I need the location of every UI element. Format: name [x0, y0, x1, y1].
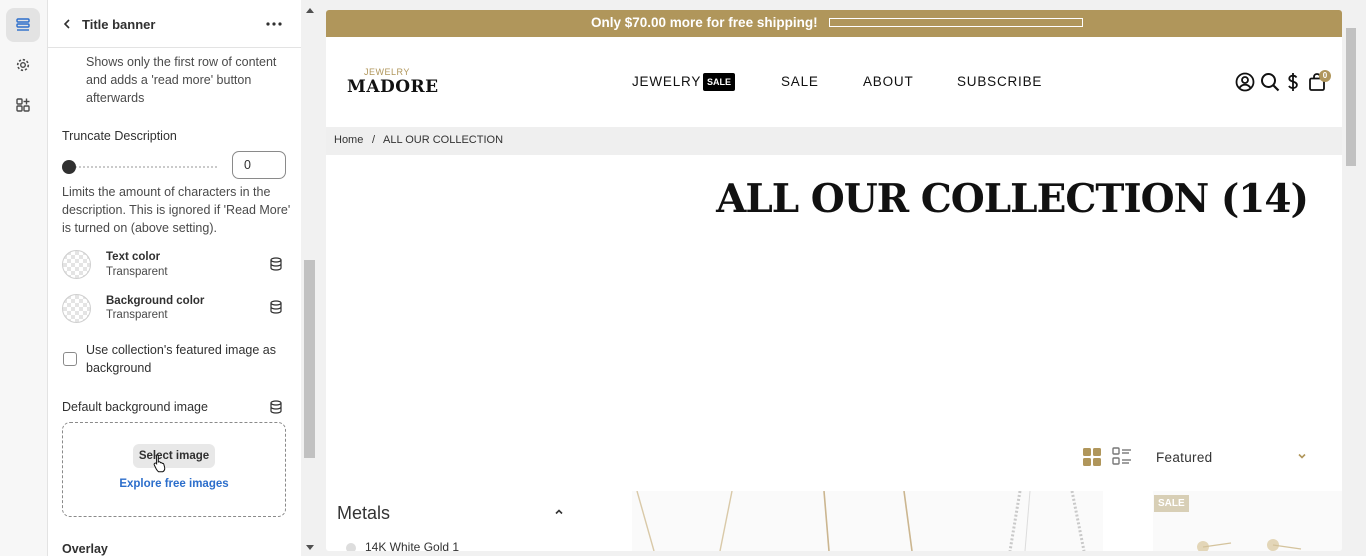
currency-icon[interactable] — [1282, 71, 1304, 93]
truncate-help-text: Limits the amount of characters in the d… — [62, 185, 291, 235]
panel-scrollbar[interactable] — [301, 0, 318, 556]
breadcrumb-home[interactable]: Home — [334, 134, 363, 146]
text-color-swatch[interactable] — [62, 250, 91, 279]
store-logo[interactable]: MADORE — [347, 77, 439, 97]
more-actions-button[interactable] — [265, 14, 283, 34]
grid-view-icon[interactable] — [1082, 447, 1102, 467]
back-button[interactable] — [60, 14, 74, 34]
scroll-down-arrow[interactable] — [306, 545, 314, 550]
panel-scroll-thumb[interactable] — [304, 260, 315, 458]
settings-button[interactable] — [6, 48, 40, 82]
hand-cursor-icon — [153, 454, 166, 473]
chevron-down-icon — [1298, 453, 1306, 459]
background-color-swatch[interactable] — [62, 294, 91, 323]
truncate-label: Truncate Description — [62, 129, 177, 143]
preview-scroll-thumb[interactable] — [1346, 28, 1356, 166]
preview-scrollbar[interactable] — [1343, 10, 1360, 551]
apps-button[interactable] — [6, 88, 40, 122]
background-color-label: Background color — [106, 295, 205, 307]
ellipsis-icon — [266, 22, 282, 26]
breadcrumb: Home / ALL OUR COLLECTION — [326, 127, 1342, 155]
sections-button[interactable] — [6, 8, 40, 42]
select-image-button[interactable]: Select image — [133, 444, 215, 468]
dynamic-source-icon[interactable] — [269, 300, 283, 314]
announcement-text: Only $70.00 more for free shipping! — [591, 15, 818, 30]
image-dropzone[interactable]: Select image Explore free images — [62, 422, 286, 517]
background-color-value: Transparent — [106, 309, 168, 321]
list-view-icon[interactable] — [1112, 447, 1132, 467]
filter-heading-metals[interactable]: Metals — [337, 503, 390, 524]
chevron-up-icon[interactable] — [553, 506, 565, 518]
read-more-help-text: Shows only the first row of content and … — [86, 55, 277, 105]
product-image[interactable] — [632, 491, 1103, 551]
nav-item-jewelry[interactable]: JEWELRY — [632, 74, 701, 89]
truncate-slider-thumb[interactable] — [62, 160, 76, 174]
text-color-label: Text color — [106, 251, 161, 263]
storefront-preview: Only $70.00 more for free shipping! JEWE… — [326, 10, 1342, 551]
free-shipping-progress-bar — [829, 18, 1083, 27]
apps-icon — [16, 98, 30, 112]
panel-title: Title banner — [82, 17, 156, 32]
product-sale-badge: SALE — [1154, 495, 1189, 512]
overlay-heading: Overlay — [62, 542, 108, 556]
panel-header: Title banner — [48, 4, 301, 48]
truncate-slider-track[interactable] — [62, 166, 218, 168]
featured-image-checkbox-label: Use collection's featured image as backg… — [86, 343, 276, 375]
editor-rail — [0, 0, 48, 556]
truncate-number-input[interactable]: 0 — [232, 151, 286, 179]
product-photo-necklaces — [636, 491, 1086, 551]
filter-option-label[interactable]: 14K White Gold 1 — [365, 540, 459, 551]
sections-icon — [16, 18, 30, 31]
collection-title: ALL OUR COLLECTION (14) — [716, 176, 1309, 222]
cart-count-badge: 0 — [1319, 70, 1331, 82]
scroll-up-arrow[interactable] — [306, 8, 314, 13]
search-icon[interactable] — [1259, 71, 1281, 93]
dynamic-source-icon[interactable] — [269, 257, 283, 271]
default-bg-label: Default background image — [62, 400, 208, 414]
chevron-left-icon — [63, 19, 70, 29]
nav-item-sale[interactable]: SALE — [781, 74, 819, 89]
nav-item-about[interactable]: ABOUT — [863, 74, 914, 89]
settings-panel: Title banner Shows only the first row of… — [48, 0, 301, 556]
breadcrumb-current: ALL OUR COLLECTION — [383, 134, 504, 146]
product-photo-earrings — [1197, 539, 1302, 551]
featured-image-checkbox[interactable] — [63, 352, 77, 366]
gear-icon — [16, 58, 30, 72]
sort-select[interactable]: Featured — [1156, 450, 1212, 465]
explore-free-images-link[interactable]: Explore free images — [63, 478, 285, 490]
text-color-value: Transparent — [106, 266, 168, 278]
product-image-sale[interactable]: SALE — [1153, 491, 1342, 551]
announcement-bar: Only $70.00 more for free shipping! — [326, 10, 1342, 37]
breadcrumb-separator: / — [372, 134, 376, 146]
filter-option-checkbox[interactable] — [346, 543, 356, 551]
nav-sale-badge: SALE — [703, 73, 736, 91]
dynamic-source-icon[interactable] — [269, 400, 283, 414]
account-icon[interactable] — [1234, 71, 1256, 93]
logo-tagline: JEWELRY — [364, 67, 410, 77]
nav-item-subscribe[interactable]: SUBSCRIBE — [957, 74, 1042, 89]
